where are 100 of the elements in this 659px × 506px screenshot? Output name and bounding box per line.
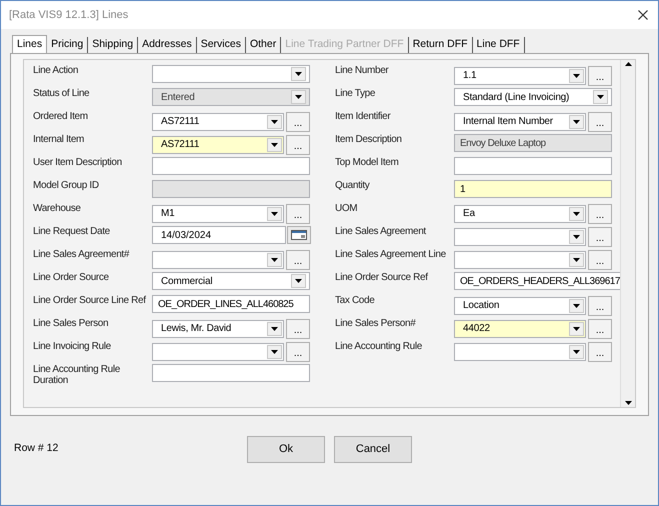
caret-icon <box>295 72 302 76</box>
dropdown-button[interactable] <box>267 252 282 266</box>
lookup-button[interactable]: ... <box>588 227 612 247</box>
dropdown-field[interactable]: AS72111 <box>152 136 284 154</box>
lookup-button[interactable]: ... <box>286 319 310 339</box>
dropdown-button[interactable] <box>267 322 282 336</box>
scroll-down-icon[interactable] <box>624 401 632 405</box>
field-label: Line Sales Agreement Line <box>335 249 447 260</box>
dropdown-button[interactable] <box>569 206 584 220</box>
dropdown-field[interactable]: Commercial <box>152 272 310 290</box>
lookup-button[interactable]: ... <box>286 204 310 224</box>
date-field[interactable]: 14/03/2024 <box>152 226 286 244</box>
caret-icon <box>573 326 580 330</box>
lookup-button[interactable]: ... <box>588 204 612 224</box>
caret-icon <box>295 95 302 99</box>
dropdown-field[interactable] <box>454 342 586 360</box>
dropdown-field[interactable] <box>152 65 310 83</box>
lookup-button[interactable]: ... <box>588 112 612 132</box>
field-label: Line Order Source <box>33 272 110 283</box>
dropdown-field[interactable]: 1.1 <box>454 66 586 84</box>
text-field[interactable] <box>454 157 612 175</box>
lookup-button[interactable]: ... <box>588 319 612 339</box>
window-title: [Rata VIS9 12.1.3] Lines <box>9 8 128 23</box>
close-icon[interactable] <box>638 10 648 20</box>
lookup-button[interactable]: ... <box>286 112 310 132</box>
lookup-button[interactable]: ... <box>286 250 310 270</box>
tab[interactable]: Lines <box>12 35 48 53</box>
dropdown-field[interactable]: AS72111 <box>152 112 284 130</box>
caret-icon <box>573 350 580 354</box>
field-label: Item Description <box>335 134 403 145</box>
field-label: Line Order Source Line Ref <box>33 295 147 306</box>
scroll-up-icon[interactable] <box>624 62 632 66</box>
dropdown-button[interactable] <box>569 114 584 128</box>
field-label: Line Sales Agreement# <box>33 249 130 260</box>
dropdown-button[interactable] <box>267 344 282 358</box>
dropdown-field[interactable]: Ea <box>454 204 586 222</box>
dialog-button[interactable]: Ok <box>247 436 325 462</box>
dropdown-field[interactable]: Location <box>454 296 586 314</box>
dropdown-field[interactable]: M1 <box>152 204 284 222</box>
field-label: Line Sales Agreement <box>335 226 428 237</box>
text-field[interactable] <box>152 157 310 175</box>
field-label: Line Number <box>335 65 390 76</box>
calendar-icon <box>291 230 307 240</box>
lookup-button[interactable]: ... <box>286 135 310 155</box>
field-label: Status of Line <box>33 88 90 99</box>
dropdown-field[interactable]: Internal Item Number <box>454 112 586 130</box>
caret-icon <box>573 234 580 238</box>
dropdown-button[interactable] <box>291 274 306 288</box>
lookup-button[interactable]: ... <box>588 342 612 362</box>
caret-icon <box>573 74 580 78</box>
field-label: Internal Item <box>33 134 86 145</box>
calendar-button[interactable] <box>287 226 311 244</box>
dropdown-button[interactable] <box>569 322 584 336</box>
dropdown-button[interactable] <box>569 230 584 244</box>
lookup-button[interactable]: ... <box>286 342 310 362</box>
caret-icon <box>573 304 580 308</box>
field-label: Line Action <box>33 65 80 76</box>
dropdown-field[interactable] <box>454 250 586 268</box>
text-field[interactable]: OE_ORDER_LINES_ALL460825 <box>152 295 310 313</box>
field-label: Item Identifier <box>335 111 392 122</box>
field-label: Quantity <box>335 180 371 191</box>
field-label: Line Sales Person <box>33 318 110 329</box>
dropdown-button[interactable] <box>569 298 584 312</box>
dropdown-button[interactable] <box>267 138 282 152</box>
field-label: Line Request Date <box>33 226 111 237</box>
field-label: Tax Code <box>335 295 376 306</box>
caret-icon <box>271 326 278 330</box>
lookup-button[interactable]: ... <box>588 250 612 270</box>
caret-icon <box>271 142 278 146</box>
dropdown-button[interactable] <box>569 344 584 358</box>
dropdown-button[interactable] <box>267 206 282 220</box>
scrollbar[interactable] <box>620 60 635 407</box>
caret-icon <box>573 258 580 262</box>
lookup-button[interactable]: ... <box>588 66 612 86</box>
dropdown-field[interactable]: Standard (Line Invoicing) <box>454 88 612 106</box>
dialog-button[interactable]: Cancel <box>334 436 412 462</box>
text-field[interactable] <box>152 364 310 382</box>
field-label: Model Group ID <box>33 180 100 191</box>
dropdown-button[interactable] <box>267 114 282 128</box>
caret-icon <box>271 350 278 354</box>
dropdown-button[interactable] <box>569 252 584 266</box>
field-label: Line Accounting Rule Duration <box>33 364 121 386</box>
field-label: UOM <box>335 203 358 214</box>
caret-icon <box>271 120 278 124</box>
field-label: Line Accounting Rule <box>335 341 423 352</box>
dropdown-button[interactable] <box>291 67 306 81</box>
text-field[interactable]: 1 <box>454 180 612 198</box>
caret-icon <box>271 212 278 216</box>
dropdown-button[interactable] <box>593 90 608 104</box>
lookup-button[interactable]: ... <box>588 296 612 316</box>
field-label: Line Type <box>335 88 376 99</box>
field-label: Line Invoicing Rule <box>33 341 112 352</box>
dropdown-button[interactable] <box>569 68 584 82</box>
dropdown-field[interactable] <box>152 342 284 360</box>
dropdown-field[interactable]: 44022 <box>454 320 586 338</box>
dropdown-field[interactable] <box>454 228 586 246</box>
caret-icon <box>295 279 302 283</box>
dropdown-field[interactable] <box>152 250 284 268</box>
field-label: Line Sales Person# <box>335 318 417 329</box>
dropdown-field[interactable]: Lewis, Mr. David <box>152 320 284 338</box>
